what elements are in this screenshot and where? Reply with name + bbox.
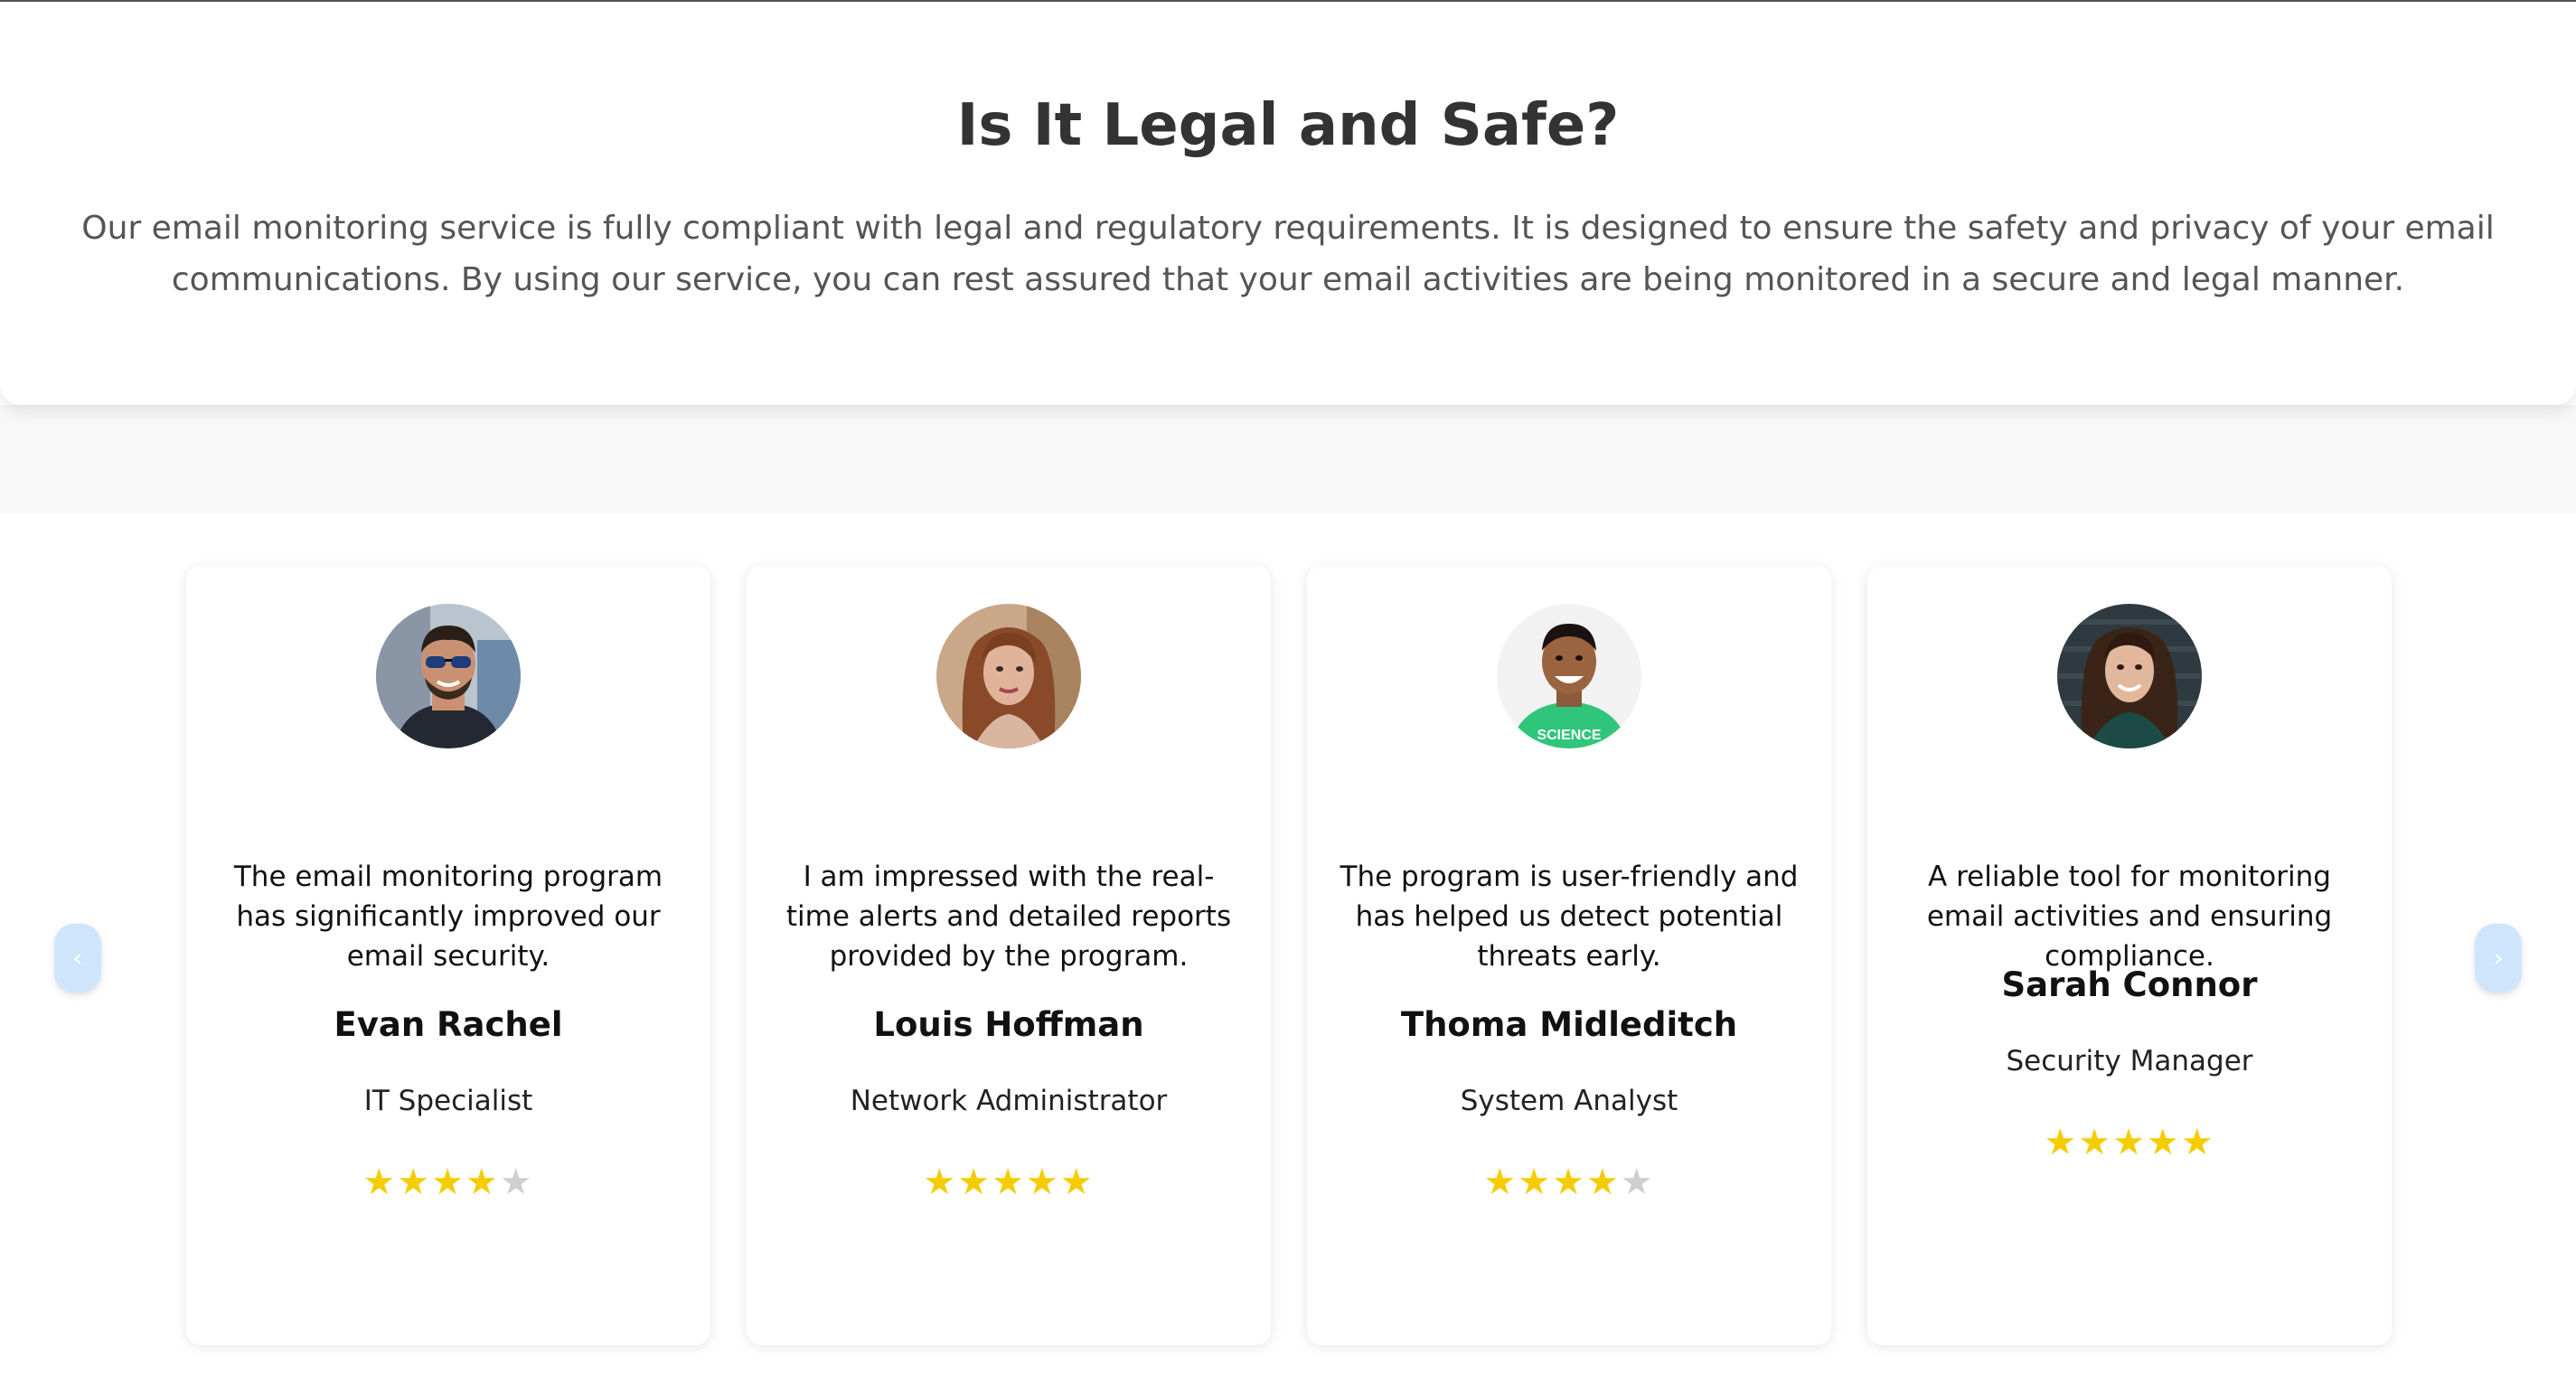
testimonial-card: I am impressed with the real-time alerts… bbox=[747, 566, 1271, 1345]
star-filled-icon: ★ bbox=[431, 1162, 465, 1203]
star-filled-icon: ★ bbox=[2180, 1122, 2215, 1163]
avatar bbox=[936, 604, 1081, 748]
star-filled-icon: ★ bbox=[992, 1162, 1026, 1203]
person-dark-hair-icon bbox=[2057, 604, 2202, 748]
star-filled-icon: ★ bbox=[923, 1162, 958, 1203]
chevron-right-icon: › bbox=[2493, 943, 2504, 973]
person-green-shirt-icon: SCIENCE bbox=[1497, 604, 1641, 748]
testimonial-card: A reliable tool for monitoring email act… bbox=[1867, 566, 2392, 1345]
star-rating: ★★★★★ bbox=[1867, 1123, 2392, 1162]
star-filled-icon: ★ bbox=[2146, 1122, 2181, 1163]
legal-description: Our email monitoring service is fully co… bbox=[81, 210, 2495, 298]
star-rating: ★★★★★ bbox=[186, 1162, 710, 1202]
section-divider-band bbox=[0, 405, 2576, 513]
star-filled-icon: ★ bbox=[1059, 1162, 1095, 1203]
testimonial-name: Louis Hoffman bbox=[873, 1005, 1144, 1044]
avatar bbox=[376, 604, 521, 748]
testimonial-role: Security Manager bbox=[2006, 1045, 2253, 1077]
testimonial-quote: I am impressed with the real-time alerts… bbox=[785, 861, 1232, 973]
star-filled-icon: ★ bbox=[362, 1162, 398, 1203]
person-sunglasses-icon bbox=[376, 604, 521, 748]
testimonial-name: Sarah Connor bbox=[2001, 965, 2258, 1004]
star-rating: ★★★★★ bbox=[1307, 1162, 1831, 1202]
testimonial-role: Network Administrator bbox=[850, 1085, 1168, 1117]
testimonial-role: IT Specialist bbox=[363, 1085, 533, 1117]
svg-text:SCIENCE: SCIENCE bbox=[1537, 728, 1601, 743]
star-empty-icon: ★ bbox=[1620, 1162, 1655, 1203]
testimonial-card: SCIENCE The program is user-friendly and… bbox=[1307, 566, 1831, 1345]
star-filled-icon: ★ bbox=[2078, 1122, 2113, 1163]
star-filled-icon: ★ bbox=[1025, 1162, 1060, 1203]
chevron-left-icon: ‹ bbox=[72, 943, 83, 973]
star-filled-icon: ★ bbox=[2044, 1122, 2079, 1163]
testimonial-quote: A reliable tool for monitoring email act… bbox=[1926, 861, 2333, 973]
star-filled-icon: ★ bbox=[1518, 1162, 1553, 1203]
testimonial-card: The email monitoring program has signifi… bbox=[186, 566, 710, 1345]
testimonial-quote: The email monitoring program has signifi… bbox=[233, 861, 663, 973]
person-long-hair-icon bbox=[936, 604, 1081, 748]
star-filled-icon: ★ bbox=[1483, 1162, 1518, 1203]
testimonial-name: Thoma Midleditch bbox=[1400, 1005, 1738, 1044]
star-rating: ★★★★★ bbox=[747, 1162, 1271, 1202]
testimonials-carousel: ‹ The email monitoring program has signi… bbox=[0, 513, 2576, 1383]
star-filled-icon: ★ bbox=[397, 1162, 432, 1203]
star-filled-icon: ★ bbox=[1552, 1162, 1586, 1203]
carousel-next-button[interactable]: › bbox=[2475, 924, 2522, 993]
carousel-prev-button[interactable]: ‹ bbox=[54, 924, 101, 993]
legal-safety-section: Is It Legal and Safe? Our email monitori… bbox=[0, 2, 2576, 405]
avatar: SCIENCE bbox=[1497, 604, 1641, 748]
star-filled-icon: ★ bbox=[1585, 1162, 1621, 1203]
testimonial-quote: The program is user-friendly and has hel… bbox=[1340, 861, 1799, 973]
star-filled-icon: ★ bbox=[465, 1162, 500, 1203]
legal-title: Is It Legal and Safe? bbox=[956, 92, 1620, 159]
star-empty-icon: ★ bbox=[499, 1162, 534, 1203]
testimonial-role: System Analyst bbox=[1460, 1085, 1678, 1117]
star-filled-icon: ★ bbox=[957, 1162, 992, 1203]
avatar bbox=[2057, 604, 2202, 748]
star-filled-icon: ★ bbox=[2112, 1122, 2147, 1163]
testimonial-name: Evan Rachel bbox=[334, 1005, 563, 1044]
